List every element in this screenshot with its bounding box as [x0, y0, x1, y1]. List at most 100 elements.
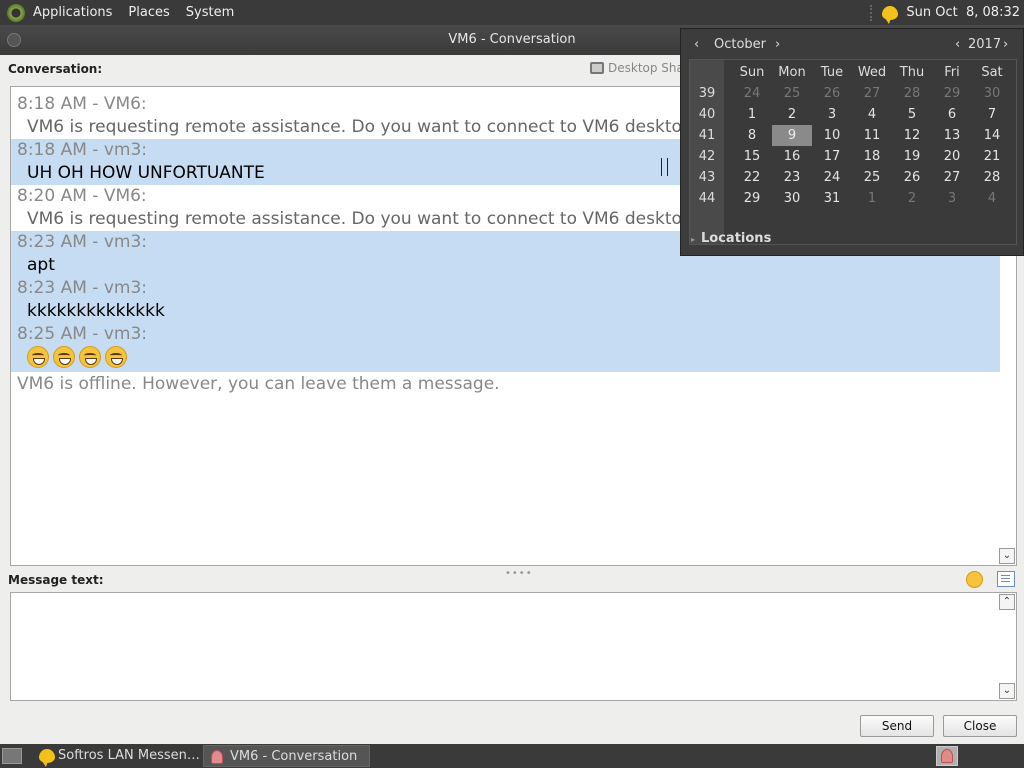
calendar-day[interactable]: 26: [812, 83, 852, 104]
calendar-day[interactable]: 20: [932, 146, 972, 167]
message-scroll-up-button[interactable]: ⌃: [999, 594, 1015, 610]
grin-emoji-icon: [53, 346, 75, 368]
panel-clock[interactable]: Sun Oct 8, 08:32: [906, 5, 1020, 20]
calendar-week-row: 40 1 2 3 4 5 6 7: [690, 104, 1012, 125]
tray-contact-button[interactable]: [936, 746, 958, 766]
week-number: 43: [690, 167, 724, 188]
calendar-day[interactable]: 17: [812, 146, 852, 167]
week-number: 39: [690, 83, 724, 104]
calendar-week-row: 44 29 30 31 1 2 3 4: [690, 188, 1012, 209]
locations-expander[interactable]: ▸ Locations: [691, 231, 771, 246]
menu-system[interactable]: System: [186, 5, 234, 20]
conversation-label: Conversation:: [8, 62, 103, 76]
calendar-day[interactable]: 15: [732, 146, 772, 167]
message-header: 8:23 AM - vm3:: [17, 278, 147, 298]
calendar-day[interactable]: 11: [852, 125, 892, 146]
calendar-day[interactable]: 4: [972, 188, 1012, 209]
weekday-header: Fri: [944, 65, 960, 80]
messenger-tray-icon[interactable]: [882, 5, 899, 24]
calendar-popup: ‹ October › ‹ 2017 › Sun Mon Tue Wed Thu Fri S…: [680, 28, 1024, 256]
offline-note: VM6 is offline. However, you can leave t…: [17, 374, 500, 394]
week-number: 41: [690, 125, 724, 146]
calendar-day[interactable]: 10: [812, 125, 852, 146]
calendar-day[interactable]: 28: [972, 167, 1012, 188]
calendar-day[interactable]: 19: [892, 146, 932, 167]
calendar-day[interactable]: 7: [972, 104, 1012, 125]
task-softros-messenger[interactable]: Softros LAN Messen…: [32, 745, 200, 767]
calendar-day[interactable]: 27: [852, 83, 892, 104]
calendar-day[interactable]: 27: [932, 167, 972, 188]
calendar-day[interactable]: 6: [932, 104, 972, 125]
calendar-day[interactable]: 21: [972, 146, 1012, 167]
calendar-day[interactable]: 14: [972, 125, 1012, 146]
calendar-day[interactable]: 30: [772, 188, 812, 209]
weekday-header: Sat: [981, 65, 1003, 80]
message-header: 8:25 AM - vm3:: [17, 324, 147, 344]
calendar-day[interactable]: 2: [892, 188, 932, 209]
calendar-day[interactable]: 29: [932, 83, 972, 104]
calendar-day[interactable]: 12: [892, 125, 932, 146]
message-body: apt: [27, 255, 55, 275]
calendar-day[interactable]: 26: [892, 167, 932, 188]
text-cursor-icon: [661, 158, 668, 176]
distro-logo-icon[interactable]: [7, 3, 25, 22]
calendar-day[interactable]: 8: [732, 125, 772, 146]
top-panel: Applications Places System Sun Oct 8, 08…: [0, 0, 1024, 25]
grin-emoji-icon: [79, 346, 101, 368]
message-text-label: Message text:: [8, 573, 104, 587]
contact-icon: [941, 749, 953, 763]
calendar-day[interactable]: 13: [932, 125, 972, 146]
show-desktop-button[interactable]: [2, 748, 22, 764]
next-month-button[interactable]: ›: [775, 37, 780, 52]
message-body: kkkkkkkkkkkkkk: [27, 301, 165, 321]
send-button[interactable]: Send: [860, 715, 934, 737]
calendar-day[interactable]: 3: [812, 104, 852, 125]
calendar-day[interactable]: 3: [932, 188, 972, 209]
prev-year-button[interactable]: ‹: [955, 37, 960, 52]
calendar-day[interactable]: 22: [732, 167, 772, 188]
panel-tray: Sun Oct 8, 08:32: [870, 0, 1020, 25]
calendar-day[interactable]: 31: [812, 188, 852, 209]
week-number: 42: [690, 146, 724, 167]
calendar-day[interactable]: 25: [772, 83, 812, 104]
calendar-day[interactable]: 1: [732, 104, 772, 125]
task-label: VM6 - Conversation: [230, 749, 358, 764]
splitter-handle[interactable]: ••••: [505, 568, 533, 579]
calendar-day[interactable]: 16: [772, 146, 812, 167]
calendar-week-row: 41 8 9 10 11 12 13 14: [690, 125, 1012, 146]
task-vm6-conversation[interactable]: VM6 - Conversation: [203, 745, 370, 767]
calendar-day[interactable]: 30: [972, 83, 1012, 104]
menu-places[interactable]: Places: [128, 5, 169, 20]
calendar-day[interactable]: 1: [852, 188, 892, 209]
weekday-header: Tue: [820, 65, 844, 80]
menu-applications[interactable]: Applications: [33, 5, 112, 20]
weekday-header: Mon: [778, 65, 806, 80]
calendar-day[interactable]: 24: [732, 83, 772, 104]
conversation-scroll-down-button[interactable]: ⌄: [999, 548, 1015, 564]
calendar-day[interactable]: 9: [772, 125, 812, 146]
message-input[interactable]: [10, 592, 1017, 701]
desktop-share-button[interactable]: Desktop Shar: [590, 61, 689, 75]
emoticon-button[interactable]: [966, 571, 983, 588]
message-scroll-down-button[interactable]: ⌄: [999, 683, 1015, 699]
calendar-day[interactable]: 18: [852, 146, 892, 167]
prev-month-button[interactable]: ‹: [694, 37, 699, 52]
calendar-day[interactable]: 5: [892, 104, 932, 125]
calendar-day[interactable]: 25: [852, 167, 892, 188]
weekday-header: Sun: [739, 65, 765, 80]
message-item: 8:23 AM - vm3: kkkkkkkkkkkkkk: [11, 277, 1000, 323]
calendar-week-row: 39 24 25 26 27 28 29 30: [690, 83, 1012, 104]
formatting-button[interactable]: [997, 571, 1015, 587]
window-menu-icon[interactable]: [7, 33, 21, 47]
calendar-day[interactable]: 2: [772, 104, 812, 125]
messenger-icon: [39, 749, 55, 767]
calendar-day[interactable]: 28: [892, 83, 932, 104]
calendar-day[interactable]: 23: [772, 167, 812, 188]
calendar-day[interactable]: 24: [812, 167, 852, 188]
week-number: 44: [690, 188, 724, 209]
calendar-day[interactable]: 29: [732, 188, 772, 209]
calendar-day[interactable]: 4: [852, 104, 892, 125]
close-button[interactable]: Close: [943, 715, 1017, 737]
next-year-button[interactable]: ›: [1003, 37, 1008, 52]
task-label: Softros LAN Messen…: [58, 748, 200, 763]
